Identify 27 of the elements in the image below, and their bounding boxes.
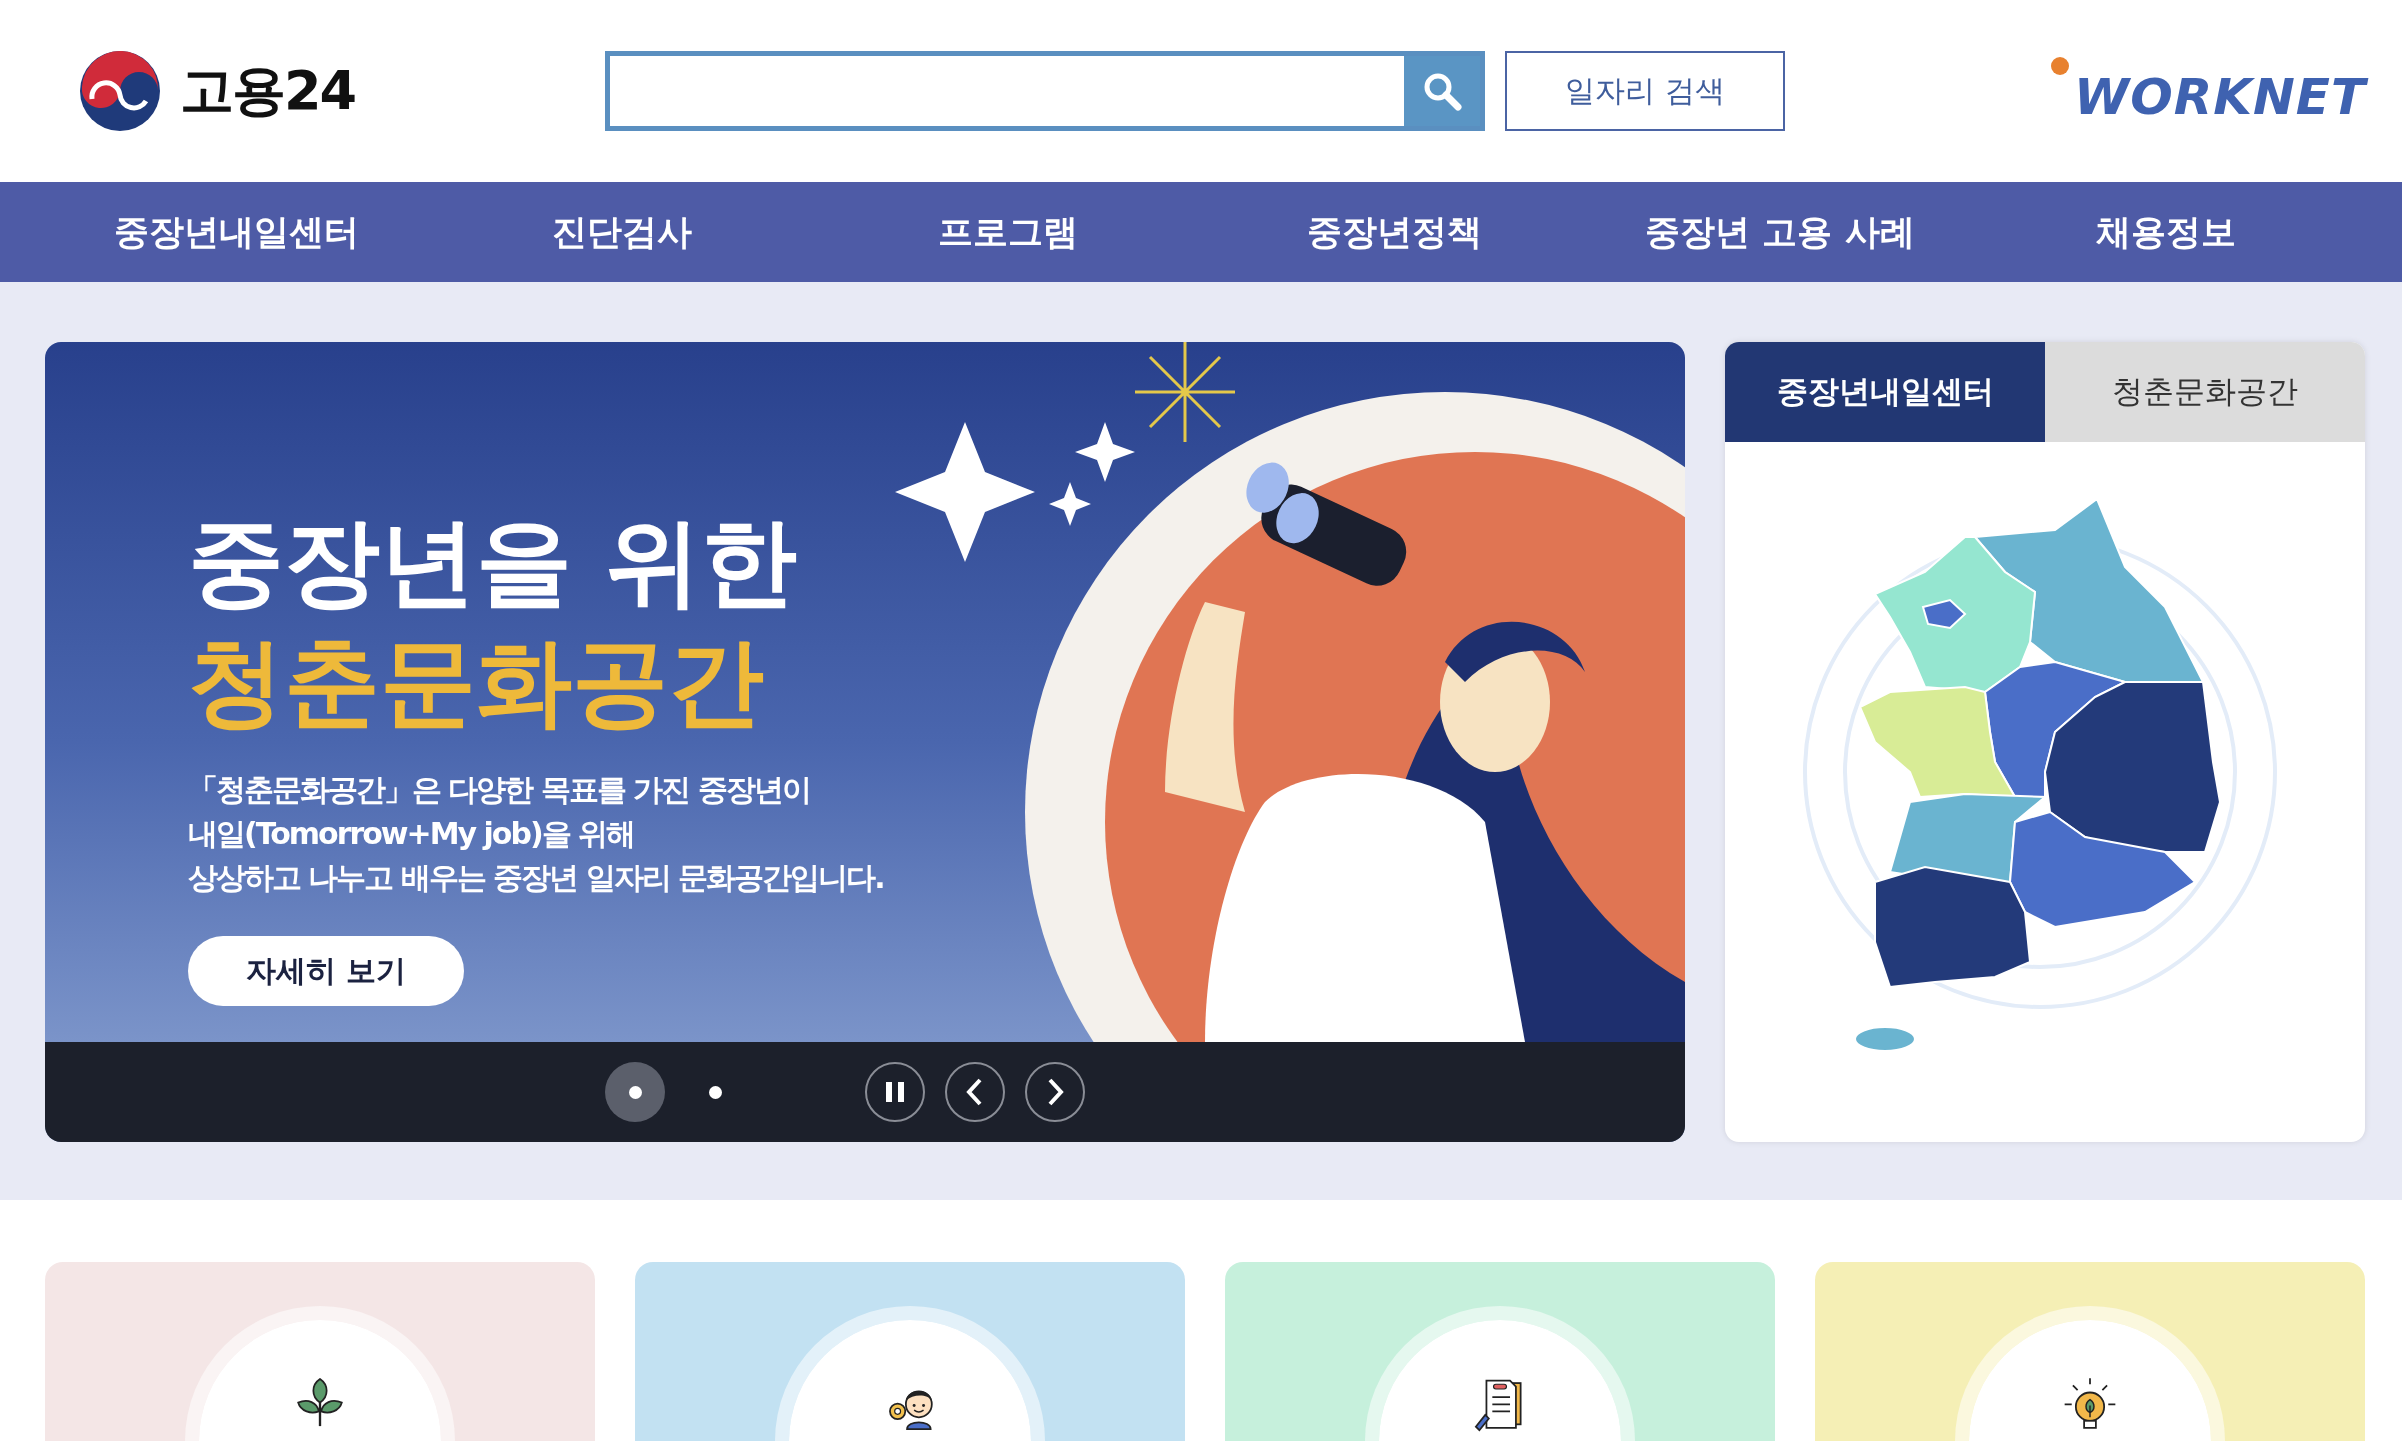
- search-field[interactable]: [605, 51, 1485, 131]
- lightbulb-icon: [2062, 1376, 2118, 1432]
- search-button[interactable]: [1404, 56, 1480, 126]
- pause-icon: [883, 1079, 907, 1105]
- more-button[interactable]: 자세히 보기: [188, 936, 464, 1006]
- banner-description: 상상하고 나누고 배우는 중장년 일자리 문화공간입니다.: [188, 859, 885, 897]
- panel-tab[interactable]: 청춘문화공간: [2045, 342, 2365, 442]
- previous-button[interactable]: [945, 1062, 1005, 1122]
- nav-link[interactable]: 중장년정책: [1306, 208, 1482, 256]
- slide-indicator[interactable]: [605, 1062, 665, 1122]
- panel-tab[interactable]: 중장년내일센터: [1725, 342, 2045, 442]
- taegeuk-logo-icon: [78, 49, 162, 133]
- job-search-button[interactable]: 일자리 검색: [1505, 51, 1785, 131]
- site-logo-text[interactable]: 고용24: [180, 54, 356, 128]
- dot-icon: [2050, 56, 2070, 76]
- banner-description: 「청춘문화공간」은 다양한 목표를 가진 중장년이: [188, 771, 811, 809]
- banner-title: 중장년을 위한: [188, 505, 799, 620]
- banner-title: 청춘문화공간: [188, 625, 765, 740]
- nav-link[interactable]: 프로그램: [938, 208, 1078, 256]
- nav-link[interactable]: 중장년 고용 사례: [1645, 208, 1915, 256]
- nav-link[interactable]: 채용정보: [2096, 208, 2236, 256]
- nav-link[interactable]: 진단검사: [552, 208, 692, 256]
- next-button[interactable]: [1025, 1062, 1085, 1122]
- pause-button[interactable]: [865, 1062, 925, 1122]
- banner-description: 내일(Tomorrow+My job)을 위해: [188, 815, 636, 853]
- search-icon: [1422, 71, 1462, 111]
- nav-link[interactable]: 중장년내일센터: [113, 208, 359, 256]
